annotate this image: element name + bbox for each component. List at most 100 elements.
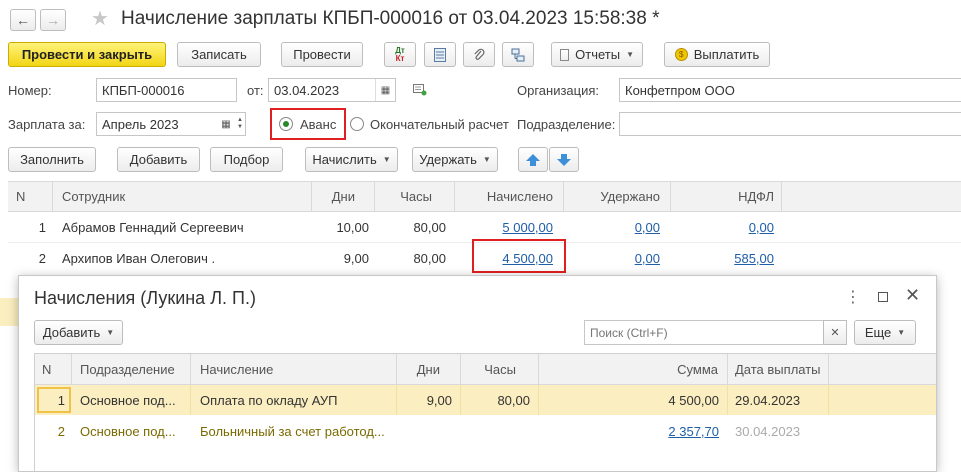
add-button[interactable]: Добавить bbox=[117, 147, 200, 172]
row-number: 2 bbox=[57, 423, 65, 439]
pay-label: Выплатить bbox=[693, 47, 760, 62]
row-ndfl-link[interactable]: 0,00 bbox=[670, 213, 774, 242]
col-sum[interactable]: Сумма bbox=[538, 354, 718, 384]
row-hours: 80,00 bbox=[413, 220, 446, 235]
clear-icon: ✕ bbox=[830, 327, 840, 339]
more-label: Еще bbox=[864, 325, 892, 340]
dialog-menu-icon[interactable]: ⋮ bbox=[845, 287, 861, 307]
row-accrued-link[interactable]: 5 000,00 bbox=[454, 213, 553, 242]
post-button[interactable]: Провести bbox=[281, 42, 363, 67]
col-employee[interactable]: Сотрудник bbox=[62, 182, 262, 211]
more-button[interactable]: Еще ▼ bbox=[854, 320, 916, 345]
reports-button[interactable]: Отчеты ▼ bbox=[551, 42, 643, 67]
calendar-icon[interactable]: ▦ bbox=[375, 79, 395, 101]
division-label: Подразделение: bbox=[517, 117, 616, 132]
chevron-down-icon: ▼ bbox=[382, 155, 391, 164]
col-division[interactable]: Подразделение bbox=[80, 354, 190, 384]
accruals-dialog: Начисления (Лукина Л. П.) ⋮ ✕ Добавить ▼… bbox=[18, 275, 937, 472]
row-days bbox=[396, 416, 452, 446]
window-title: Начисление зарплаты КПБП-000016 от 03.04… bbox=[121, 8, 660, 29]
favorite-star-icon[interactable]: ★ bbox=[91, 6, 109, 31]
row-withheld-link[interactable]: 0,00 bbox=[563, 243, 660, 273]
arrow-left-icon: ← bbox=[16, 12, 30, 28]
row-pay-date: 30.04.2023 bbox=[735, 423, 801, 439]
attach-button[interactable] bbox=[463, 42, 495, 67]
organization-label: Организация: bbox=[517, 83, 600, 98]
period-stepper-icon[interactable]: ▲ ▼ bbox=[235, 113, 245, 135]
row-sum-link[interactable]: 2 357,70 bbox=[538, 416, 719, 446]
col-accrual[interactable]: Начисление bbox=[200, 354, 390, 384]
dialog-add-button[interactable]: Добавить ▼ bbox=[34, 320, 123, 345]
col-ndfl[interactable]: НДФЛ bbox=[670, 182, 774, 211]
col-withheld[interactable]: Удержано bbox=[563, 182, 660, 211]
row-days: 9,00 bbox=[343, 250, 369, 266]
organization-field[interactable]: Конфетпром ООО bbox=[619, 78, 961, 102]
pick-button[interactable]: Подбор bbox=[210, 147, 283, 172]
col-hours[interactable]: Часы bbox=[374, 182, 432, 211]
back-button[interactable]: ← bbox=[10, 9, 36, 31]
row-accrual: Оплата по окладу АУП bbox=[200, 392, 338, 408]
list-icon bbox=[434, 47, 446, 62]
withhold-label: Удержать bbox=[419, 152, 477, 167]
row-number: 2 bbox=[38, 250, 46, 266]
fill-button[interactable]: Заполнить bbox=[8, 147, 96, 172]
coin-icon: $ bbox=[674, 48, 688, 61]
save-button[interactable]: Записать bbox=[177, 42, 261, 67]
list-button[interactable] bbox=[424, 42, 456, 67]
row-days: 10,00 bbox=[336, 220, 369, 235]
main-table-header: N Сотрудник Дни Часы Начислено Удержано … bbox=[8, 181, 961, 212]
move-up-button[interactable] bbox=[518, 147, 548, 172]
post-and-close-button[interactable]: Провести и закрыть bbox=[8, 42, 166, 67]
radio-final[interactable] bbox=[350, 117, 364, 131]
chevron-down-icon: ▼ bbox=[897, 328, 906, 337]
col-n[interactable]: N bbox=[16, 182, 36, 211]
row-days: 9,00 bbox=[426, 392, 452, 408]
division-field[interactable] bbox=[619, 112, 961, 136]
accrue-label: Начислить bbox=[312, 152, 377, 167]
row-division: Основное под... bbox=[80, 392, 176, 408]
date-field[interactable]: 03.04.2023 ▦ bbox=[268, 78, 396, 102]
dt-kt-button[interactable]: Дт Кт bbox=[384, 42, 416, 67]
row-withheld-link[interactable]: 0,00 bbox=[563, 213, 660, 242]
accrue-button[interactable]: Начислить ▼ bbox=[305, 147, 398, 172]
col-hours[interactable]: Часы bbox=[460, 354, 516, 384]
maximize-icon[interactable] bbox=[878, 292, 888, 302]
table-row[interactable]: 2 Основное под... Больничный за счет раб… bbox=[35, 416, 936, 446]
history-icon[interactable] bbox=[413, 84, 427, 96]
arrow-up-icon bbox=[526, 153, 540, 166]
col-pay-date[interactable]: Дата выплаты bbox=[735, 354, 830, 384]
date-label: от: bbox=[247, 83, 264, 98]
salary-period-field[interactable]: Апрель 2023 ▦ ▲ ▼ bbox=[96, 112, 246, 136]
clear-search-button[interactable]: ✕ bbox=[823, 320, 847, 345]
table-row[interactable]: 1 Основное под... Оплата по окладу АУП 9… bbox=[35, 385, 936, 415]
radio-advance-label: Аванс bbox=[300, 117, 337, 132]
number-field[interactable]: КПБП-000016 bbox=[96, 78, 237, 102]
salary-for-label: Зарплата за: bbox=[8, 117, 86, 132]
close-icon[interactable]: ✕ bbox=[905, 285, 920, 306]
col-n[interactable]: N bbox=[42, 354, 62, 384]
row-number: 1 bbox=[57, 392, 65, 408]
salary-period-value: Апрель 2023 bbox=[102, 116, 179, 132]
chevron-down-icon: ▼ bbox=[106, 328, 115, 337]
row-division: Основное под... bbox=[80, 423, 176, 439]
row-accrual: Больничный за счет работод... bbox=[200, 423, 385, 439]
period-calendar-icon[interactable]: ▦ bbox=[217, 113, 235, 135]
row-ndfl-link[interactable]: 585,00 bbox=[670, 243, 774, 273]
reports-icon bbox=[560, 48, 570, 61]
forward-button[interactable]: → bbox=[40, 9, 66, 31]
withhold-button[interactable]: Удержать ▼ bbox=[412, 147, 498, 172]
move-down-button[interactable] bbox=[549, 147, 579, 172]
structure-button[interactable] bbox=[502, 42, 534, 67]
radio-dot-icon bbox=[283, 121, 289, 127]
row-sum: 4 500,00 bbox=[668, 392, 719, 408]
col-days[interactable]: Дни bbox=[311, 182, 355, 211]
arrow-down-icon bbox=[557, 153, 571, 166]
pay-button[interactable]: $ Выплатить bbox=[664, 42, 770, 67]
chevron-down-icon: ▼ bbox=[482, 155, 491, 164]
search-input[interactable] bbox=[584, 320, 824, 345]
row-hours: 80,00 bbox=[497, 392, 530, 408]
col-accrued[interactable]: Начислено bbox=[454, 182, 553, 211]
row-employee: Абрамов Геннадий Сергеевич bbox=[62, 220, 244, 235]
col-days[interactable]: Дни bbox=[396, 354, 440, 384]
radio-advance[interactable] bbox=[279, 117, 293, 131]
